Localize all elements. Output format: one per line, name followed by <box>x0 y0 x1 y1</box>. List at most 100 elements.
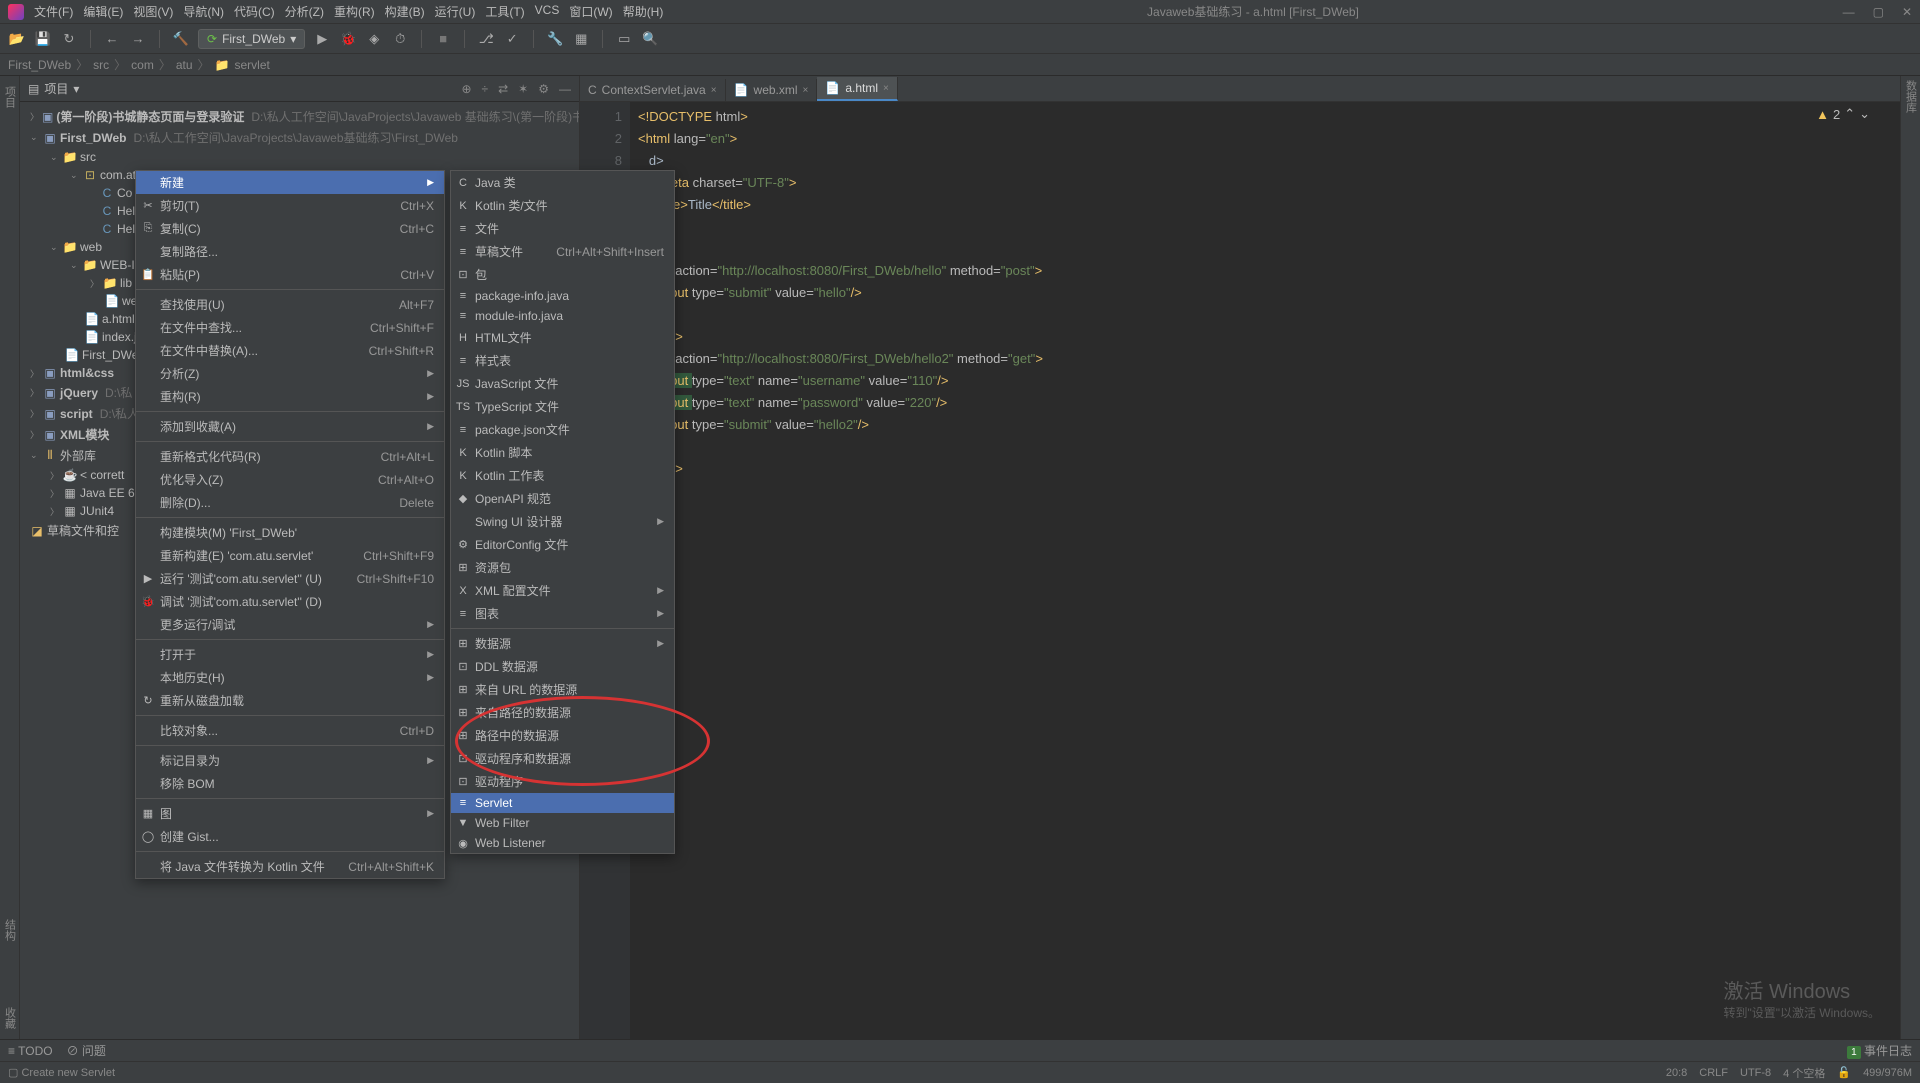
menu-item[interactable]: 重新构建(E) 'com.atu.servlet'Ctrl+Shift+F9 <box>136 544 444 567</box>
menu-item[interactable]: 重新格式化代码(R)Ctrl+Alt+L <box>136 445 444 468</box>
menu-item[interactable]: 分析(Z)▶ <box>136 362 444 385</box>
maximize-icon[interactable]: ▢ <box>1873 5 1884 19</box>
menu-item[interactable]: ◆OpenAPI 规范 <box>451 487 674 510</box>
menu-item[interactable]: ◉Web Listener <box>451 833 674 853</box>
run-config-selector[interactable]: ⟳First_DWeb▾ <box>198 29 305 49</box>
structure-icon[interactable]: ▦ <box>572 30 590 48</box>
tree-item[interactable]: Co <box>117 186 132 200</box>
back-icon[interactable]: ← <box>103 30 121 48</box>
menu-item[interactable]: Swing UI 设计器▶ <box>451 510 674 533</box>
menu-item[interactable]: 🐞调试 '测试'com.atu.servlet'' (D) <box>136 590 444 613</box>
menu-item[interactable]: 代码(C) <box>234 3 275 20</box>
tree-item[interactable]: Hel <box>117 222 135 236</box>
breadcrumb-item[interactable]: First_DWeb <box>8 58 71 72</box>
code-body[interactable]: <!DOCTYPE html> <html lang="en"> d> <met… <box>630 102 1900 1039</box>
settings-icon[interactable]: 🔧 <box>546 30 564 48</box>
menu-item[interactable]: ⊞来自路径的数据源 <box>451 701 674 724</box>
context-menu[interactable]: 新建▶✂剪切(T)Ctrl+X⎘复制(C)Ctrl+C复制路径...📋粘贴(P)… <box>135 170 445 879</box>
avd-icon[interactable]: ▭ <box>615 30 633 48</box>
breadcrumb-item[interactable]: com <box>131 58 154 72</box>
minimize-icon[interactable]: — <box>1843 5 1855 19</box>
menu-item[interactable]: 构建模块(M) 'First_DWeb' <box>136 521 444 544</box>
build-icon[interactable]: 🔨 <box>172 30 190 48</box>
line-sep[interactable]: CRLF <box>1699 1067 1728 1079</box>
tree-item[interactable]: 外部库 <box>60 447 96 464</box>
tree-item[interactable]: 草稿文件和控 <box>47 522 119 539</box>
project-tool-button[interactable]: 项目 <box>2 86 18 108</box>
new-submenu[interactable]: CJava 类KKotlin 类/文件≡文件≡草稿文件Ctrl+Alt+Shif… <box>450 170 675 854</box>
caret-position[interactable]: 20:8 <box>1666 1067 1687 1079</box>
menu-item[interactable]: ⚙EditorConfig 文件 <box>451 533 674 556</box>
menu-item[interactable]: ◯创建 Gist... <box>136 825 444 848</box>
git-icon[interactable]: ⎇ <box>477 30 495 48</box>
tree-item[interactable]: < corrett <box>80 468 124 482</box>
menu-item[interactable]: ≡图表▶ <box>451 602 674 625</box>
menu-item[interactable]: TSTypeScript 文件 <box>451 395 674 418</box>
menu-item[interactable]: 优化导入(Z)Ctrl+Alt+O <box>136 468 444 491</box>
menu-item[interactable]: ▦图▶ <box>136 802 444 825</box>
menu-item[interactable]: JSJavaScript 文件 <box>451 372 674 395</box>
menu-item[interactable]: 新建▶ <box>136 171 444 194</box>
menu-item[interactable]: 在文件中查找...Ctrl+Shift+F <box>136 316 444 339</box>
menu-item[interactable]: ⎘复制(C)Ctrl+C <box>136 217 444 240</box>
menu-item[interactable]: 窗口(W) <box>569 3 612 20</box>
problems-tool-button[interactable]: ⊘ 问题 <box>67 1042 106 1059</box>
inspection-widget[interactable]: ▲2 ⌃ ⌄ <box>1816 106 1870 122</box>
panel-action-icon[interactable]: ⚙ <box>538 82 549 96</box>
menu-item[interactable]: ⊡驱动程序和数据源 <box>451 747 674 770</box>
tree-item[interactable]: src <box>80 150 96 164</box>
menu-item[interactable]: ≡草稿文件Ctrl+Alt+Shift+Insert <box>451 240 674 263</box>
tree-item[interactable]: web <box>80 240 102 254</box>
menu-item[interactable]: 构建(B) <box>385 3 425 20</box>
menu-item[interactable]: 更多运行/调试▶ <box>136 613 444 636</box>
menu-item[interactable]: VCS <box>535 3 560 20</box>
forward-icon[interactable]: → <box>129 30 147 48</box>
menu-item[interactable]: 导航(N) <box>183 3 224 20</box>
menu-item[interactable]: 删除(D)...Delete <box>136 491 444 514</box>
menu-item[interactable]: 比较对象...Ctrl+D <box>136 719 444 742</box>
menu-item[interactable]: KKotlin 脚本 <box>451 441 674 464</box>
tree-item[interactable]: html&css <box>60 366 114 380</box>
tree-item[interactable]: First_DWe <box>82 348 138 362</box>
menu-item[interactable]: 分析(Z) <box>285 3 324 20</box>
tree-item[interactable]: com.at <box>100 168 136 182</box>
menu-item[interactable]: 添加到收藏(A)▶ <box>136 415 444 438</box>
menu-item[interactable]: ≡Servlet <box>451 793 674 813</box>
panel-action-icon[interactable]: ÷ <box>482 82 489 96</box>
menu-item[interactable]: ≡package-info.java <box>451 286 674 306</box>
database-tool-button[interactable]: 数据库 <box>1903 80 1919 113</box>
breadcrumb-item[interactable]: atu <box>176 58 193 72</box>
coverage-icon[interactable]: ◈ <box>365 30 383 48</box>
menu-item[interactable]: ⊡包 <box>451 263 674 286</box>
menu-item[interactable]: 查找使用(U)Alt+F7 <box>136 293 444 316</box>
menu-item[interactable]: CJava 类 <box>451 171 674 194</box>
menu-item[interactable]: 标记目录为▶ <box>136 749 444 772</box>
memory-indicator[interactable]: 499/976M <box>1863 1067 1912 1079</box>
menu-item[interactable]: 帮助(H) <box>623 3 664 20</box>
menu-item[interactable]: 工具(T) <box>485 3 524 20</box>
menu-item[interactable]: 视图(V) <box>133 3 173 20</box>
tree-item[interactable]: Hel <box>117 204 135 218</box>
code-editor[interactable]: 128101319 <!DOCTYPE html> <html lang="en… <box>580 102 1900 1039</box>
menu-item[interactable]: ↻重新从磁盘加载 <box>136 689 444 712</box>
panel-action-icon[interactable]: ✶ <box>518 82 528 96</box>
menu-item[interactable]: ⊞来自 URL 的数据源 <box>451 678 674 701</box>
tree-item[interactable]: index.j <box>102 330 137 344</box>
menu-item[interactable]: ⊡驱动程序 <box>451 770 674 793</box>
menu-item[interactable]: 重构(R)▶ <box>136 385 444 408</box>
open-icon[interactable]: 📂 <box>8 30 26 48</box>
menu-item[interactable]: ≡package.json文件 <box>451 418 674 441</box>
menu-item[interactable]: ⊞数据源▶ <box>451 632 674 655</box>
encoding[interactable]: UTF-8 <box>1740 1067 1771 1079</box>
debug-icon[interactable]: 🐞 <box>339 30 357 48</box>
tree-item[interactable]: (第一阶段)书城静态页面与登录验证 <box>56 108 244 125</box>
menu-item[interactable]: ≡module-info.java <box>451 306 674 326</box>
menu-item[interactable]: 打开于▶ <box>136 643 444 666</box>
menu-item[interactable]: 📋粘贴(P)Ctrl+V <box>136 263 444 286</box>
tree-item[interactable]: jQuery <box>60 386 98 400</box>
menu-item[interactable]: 复制路径... <box>136 240 444 263</box>
menu-item[interactable]: 在文件中替换(A)...Ctrl+Shift+R <box>136 339 444 362</box>
menu-item[interactable]: ⊞路径中的数据源 <box>451 724 674 747</box>
event-log-button[interactable]: 事件日志 <box>1864 1044 1912 1058</box>
menu-item[interactable]: 移除 BOM <box>136 772 444 795</box>
